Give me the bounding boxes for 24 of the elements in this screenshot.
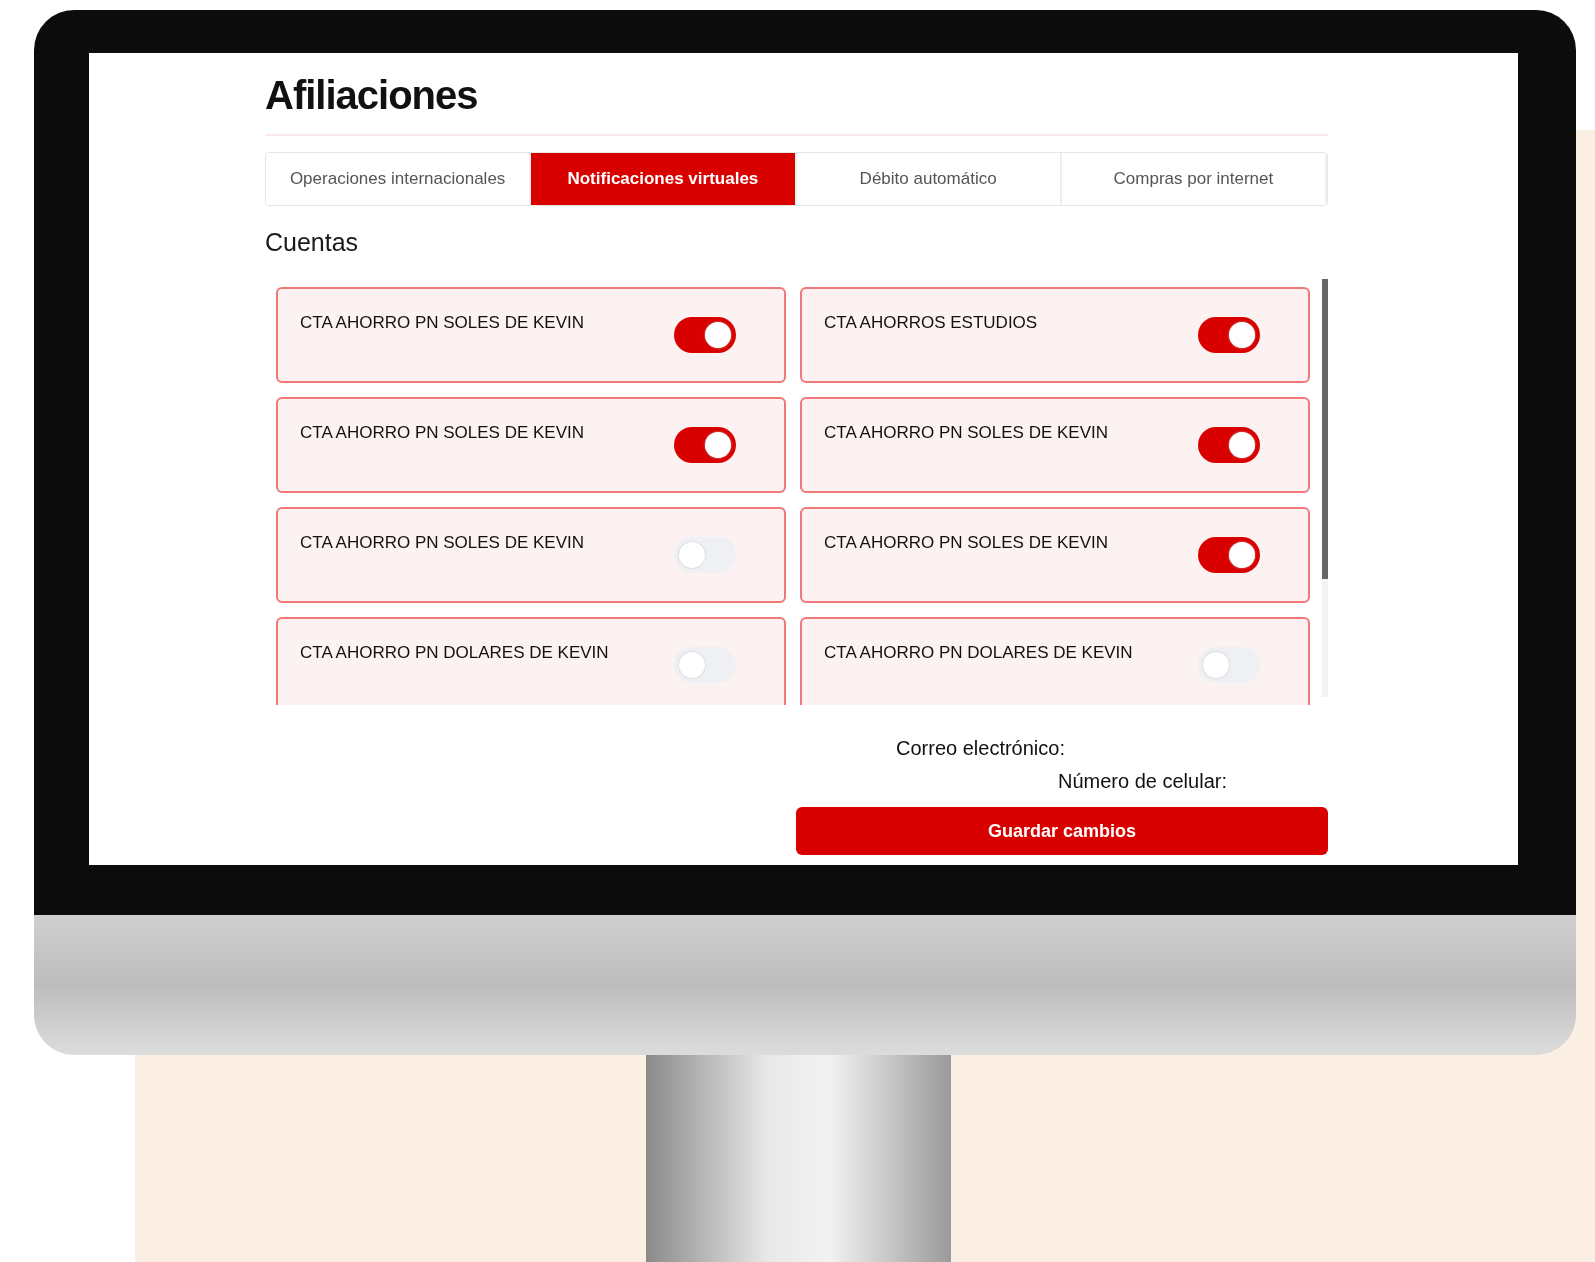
- account-name: CTA AHORRO PN DOLARES DE KEVIN: [824, 642, 1133, 663]
- page-title: Afiliaciones: [265, 72, 479, 118]
- toggle-switch[interactable]: [674, 647, 736, 683]
- account-name: CTA AHORRO PN SOLES DE KEVIN: [300, 312, 585, 333]
- email-label: Correo electrónico:: [895, 737, 1066, 760]
- toggle-switch[interactable]: [674, 427, 736, 463]
- toggle-switch[interactable]: [1198, 427, 1260, 463]
- account-name: CTA AHORRO PN SOLES DE KEVIN: [300, 422, 585, 443]
- account-name: CTA AHORROS ESTUDIOS: [824, 312, 1038, 333]
- tab[interactable]: Notificaciones virtuales: [531, 153, 797, 205]
- section-title: Cuentas: [265, 228, 360, 257]
- account-name: CTA AHORRO PN SOLES DE KEVIN: [824, 422, 1109, 443]
- account-name: CTA AHORRO PN DOLARES DE KEVIN: [300, 642, 609, 663]
- toggle-switch[interactable]: [674, 537, 736, 573]
- account-name: CTA AHORRO PN SOLES DE KEVIN: [300, 532, 585, 553]
- tab[interactable]: Operaciones internacionales: [266, 153, 532, 205]
- scrollbar[interactable]: [1322, 279, 1328, 697]
- save-button[interactable]: Guardar cambios: [796, 807, 1328, 855]
- toggle-switch[interactable]: [1198, 647, 1260, 683]
- phone-label: Número de celular:: [1057, 770, 1228, 793]
- toggle-switch[interactable]: [1198, 317, 1260, 353]
- toggle-switch[interactable]: [674, 317, 736, 353]
- toggle-switch[interactable]: [1198, 537, 1260, 573]
- account-name: CTA AHORRO PN SOLES DE KEVIN: [824, 532, 1109, 553]
